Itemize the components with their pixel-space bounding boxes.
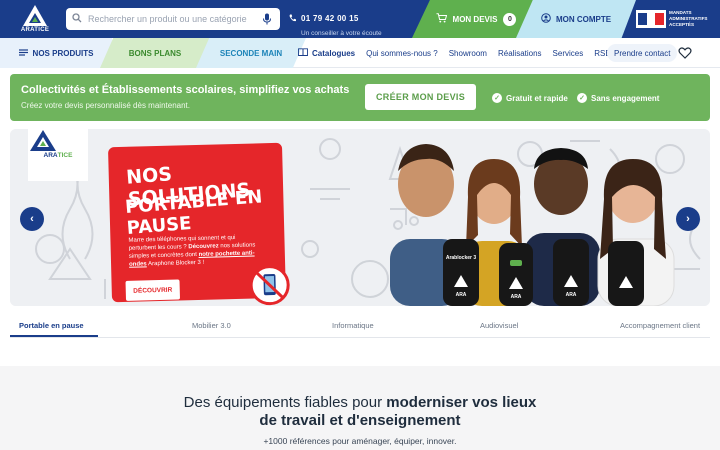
nav-our-products-label: NOS PRODUITS [32,48,94,58]
discover-button[interactable]: DÉCOUVRIR [125,279,181,301]
pouch-label: Arablocker 3 [446,255,477,261]
equipment-section: Des équipements fiables pour moderniser … [0,366,720,450]
carousel-tabs: Portable en pause Mobilier 3.0 Informati… [10,312,710,338]
book-icon [298,48,308,58]
phone-number[interactable]: 01 79 42 00 15 [301,14,359,23]
nav-catalogues[interactable]: Catalogues [298,48,355,58]
aratice-logo[interactable]: ARATICE [18,4,52,34]
hero-body-part3: Araphone Blocker 3 ! [146,260,205,268]
nav-services[interactable]: Services [553,49,584,58]
section-title-part1: Des équipements fiables pour [183,394,387,411]
menu-icon [18,48,28,58]
tab-mobilier[interactable]: Mobilier 3.0 [192,321,231,330]
carousel-next-button[interactable]: › [676,207,700,231]
nav-showroom[interactable]: Showroom [449,49,487,58]
active-tab-indicator [10,335,98,337]
quote-count-badge: 0 [503,12,517,26]
french-republic-logo [636,10,666,28]
nav-second-hand-label: SECONDE MAIN [219,48,283,58]
hero-logo-text-ara: ARA [43,152,58,159]
tab-accompagnement[interactable]: Accompagnement client [620,321,700,330]
my-account-button[interactable]: MON COMPTE [516,0,636,38]
contact-button[interactable]: Prendre contact [607,44,678,62]
mandats-badge: MANDATS ADMINISTRATIFS ACCEPTÉS [636,10,707,28]
search-input[interactable] [88,14,257,24]
search-icon[interactable] [66,12,88,26]
nav-catalogues-label: Catalogues [312,48,356,58]
microphone-icon[interactable] [257,11,277,27]
section-subtitle: +1000 références pour aménager, équiper,… [263,436,457,446]
hero-body-highlight1: Découvrez [188,243,219,251]
main-navigation: NOS PRODUITS BONS PLANS SECONDE MAIN Cat… [0,38,720,68]
pouch-label: ARA [456,292,467,298]
search-bar[interactable] [66,8,280,30]
user-icon [541,13,551,25]
heart-icon[interactable] [678,46,692,60]
feature-free-label: Gratuit et rapide [506,93,568,103]
my-account-label: MON COMPTE [555,14,612,24]
nav-realisations[interactable]: Réalisations [498,49,542,58]
section-title-bold1: moderniser vos lieux [386,394,537,411]
nav-our-products[interactable]: NOS PRODUITS [0,38,112,68]
mandats-line3: ACCEPTÉS [669,21,695,27]
nav-good-deals[interactable]: BONS PLANS [100,38,210,68]
promo-card-portable-en-pause: NOS SOLUTIONS PORTABLE EN PAUSE Marre de… [108,142,291,306]
my-quote-label: MON DEVIS [452,14,498,24]
tab-audiovisuel[interactable]: Audiovisuel [480,321,518,330]
chevron-left-icon: ‹ [30,213,34,225]
logo-text-ara: ARA [20,27,35,33]
phone-contact[interactable]: 01 79 42 00 15 Un conseiller à votre éco… [289,9,382,37]
section-title-bold2: de travail et d'enseignement [259,412,461,429]
hero-logo-text-tice: TICE [57,152,73,159]
pouch-label: ARA [566,292,577,298]
promo-subtitle: Créez votre devis personnalisé dès maint… [21,101,190,110]
check-icon: ✓ [577,93,587,103]
carousel-prev-button[interactable]: ‹ [20,207,44,231]
nav-about[interactable]: Qui sommes-nous ? [366,49,438,58]
feature-free: ✓ Gratuit et rapide [492,93,568,103]
section-title-line2: de travail et d'enseignement [0,412,720,429]
check-icon: ✓ [492,93,502,103]
tab-portable-en-pause[interactable]: Portable en pause [19,321,84,330]
phone-icon [289,9,296,27]
cart-icon [436,13,447,25]
chevron-right-icon: › [686,213,690,225]
hero-aratice-logo: ARATICE [28,129,88,181]
promo-title: Collectivités et Établissements scolaire… [21,84,350,96]
pouch-label: ARA [511,294,522,300]
create-quote-button[interactable]: CRÉER MON DEVIS [365,84,476,110]
promo-banner: Collectivités et Établissements scolaire… [10,74,710,121]
logo-text-tice: TICE [34,27,50,33]
nav-second-hand[interactable]: SECONDE MAIN [196,38,306,68]
mandats-line2: ADMINISTRATIFS [669,16,708,22]
hero-body-text: Marre des téléphones qui sonnent et qui … [128,233,259,269]
no-phone-icon [249,264,291,306]
feature-no-commitment-label: Sans engagement [591,93,660,103]
feature-no-commitment: ✓ Sans engagement [577,93,659,103]
phone-subtitle: Un conseiller à votre écoute [301,30,382,37]
top-bar: ARATICE 01 79 42 00 15 Un conseiller à v… [0,0,720,38]
section-title-line1: Des équipements fiables pour moderniser … [0,394,720,411]
nav-good-deals-label: BONS PLANS [128,48,182,58]
hero-carousel: Arablocker 3 ARA ARA ARA ARATICE NOS SOL… [10,129,710,306]
tab-informatique[interactable]: Informatique [332,321,374,330]
